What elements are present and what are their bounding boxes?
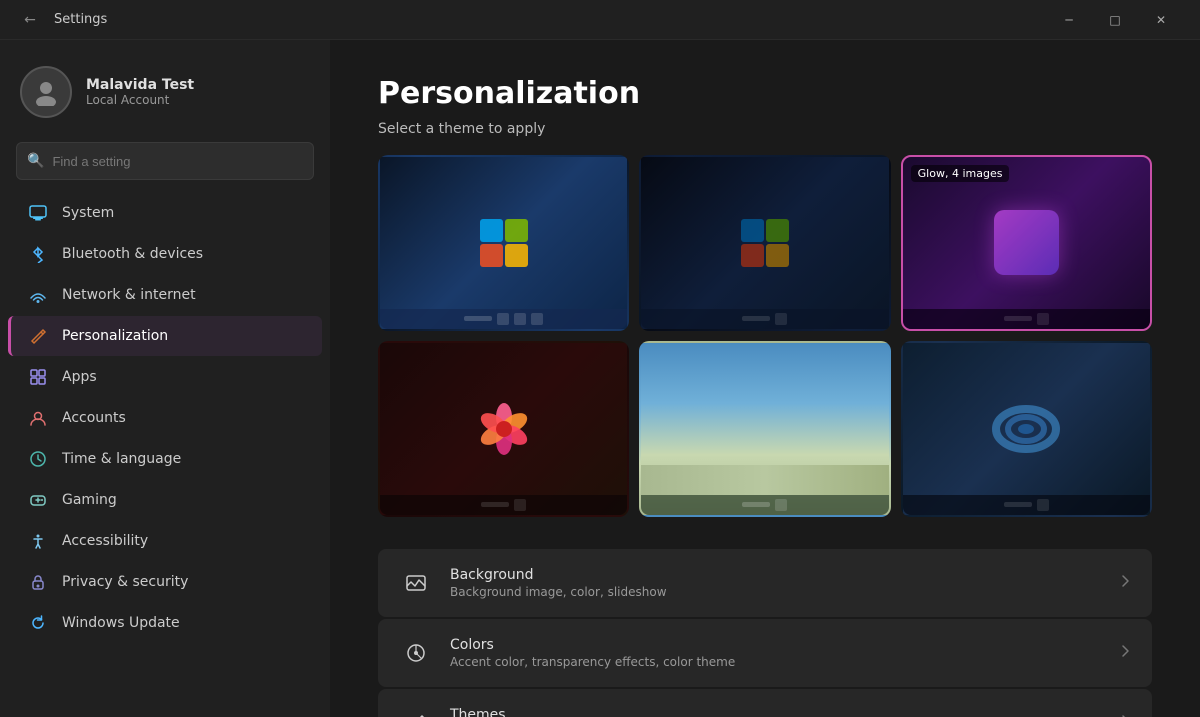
settings-item-colors[interactable]: Colors Accent color, transparency effects… (378, 619, 1152, 687)
titlebar: ← Settings ─ □ ✕ (0, 0, 1200, 40)
themes-icon (398, 705, 434, 717)
sidebar-item-accessibility[interactable]: Accessibility (8, 521, 322, 561)
window-controls: ─ □ ✕ (1046, 0, 1184, 40)
section-label: Select a theme to apply (378, 121, 1152, 137)
user-section: Malavida Test Local Account (0, 52, 330, 138)
settings-item-text-background: Background Background image, color, slide… (450, 567, 1102, 599)
accounts-icon (28, 408, 48, 428)
theme-card-theme5[interactable] (639, 341, 890, 517)
app-body: Malavida Test Local Account 🔍 System Blue… (0, 40, 1200, 717)
theme-card-theme4[interactable] (378, 341, 629, 517)
app-title: Settings (54, 12, 1046, 27)
colors-icon (398, 635, 434, 671)
settings-item-background[interactable]: Background Background image, color, slide… (378, 549, 1152, 617)
chevron-icon-background (1118, 574, 1132, 592)
nav-label-update: Windows Update (62, 615, 180, 631)
back-button[interactable]: ← (16, 6, 44, 34)
sidebar-item-system[interactable]: System (8, 193, 322, 233)
gaming-icon (28, 490, 48, 510)
user-sub: Local Account (86, 93, 194, 107)
nav-label-time: Time & language (62, 451, 181, 467)
settings-item-title-colors: Colors (450, 637, 1102, 653)
sidebar-item-time[interactable]: Time & language (8, 439, 322, 479)
page-title: Personalization (378, 76, 1152, 111)
time-icon (28, 449, 48, 469)
user-info: Malavida Test Local Account (86, 77, 194, 107)
nav-label-accessibility: Accessibility (62, 533, 148, 549)
system-icon (28, 203, 48, 223)
settings-list: Background Background image, color, slide… (378, 549, 1152, 717)
content-area: Personalization Select a theme to apply (330, 40, 1200, 717)
settings-item-sub-background: Background image, color, slideshow (450, 585, 1102, 599)
nav-label-system: System (62, 205, 114, 221)
sidebar-item-apps[interactable]: Apps (8, 357, 322, 397)
apps-icon (28, 367, 48, 387)
sidebar-item-privacy[interactable]: Privacy & security (8, 562, 322, 602)
theme-card-theme1[interactable] (378, 155, 629, 331)
chevron-icon-colors (1118, 644, 1132, 662)
settings-item-text-colors: Colors Accent color, transparency effects… (450, 637, 1102, 669)
background-icon (398, 565, 434, 601)
nav-label-bluetooth: Bluetooth & devices (62, 246, 203, 262)
nav-label-privacy: Privacy & security (62, 574, 188, 590)
sidebar-item-update[interactable]: Windows Update (8, 603, 322, 643)
maximize-button[interactable]: □ (1092, 0, 1138, 40)
minimize-button[interactable]: ─ (1046, 0, 1092, 40)
nav-list: System Bluetooth & devices Network & inter… (0, 192, 330, 644)
sidebar-item-gaming[interactable]: Gaming (8, 480, 322, 520)
close-button[interactable]: ✕ (1138, 0, 1184, 40)
theme-card-theme3[interactable]: Glow, 4 images (901, 155, 1152, 331)
sidebar: Malavida Test Local Account 🔍 System Blue… (0, 40, 330, 717)
nav-label-personalization: Personalization (62, 328, 168, 344)
accessibility-icon (28, 531, 48, 551)
user-name: Malavida Test (86, 77, 194, 93)
avatar (20, 66, 72, 118)
sidebar-item-personalization[interactable]: Personalization (8, 316, 322, 356)
network-icon (28, 285, 48, 305)
nav-label-network: Network & internet (62, 287, 196, 303)
sidebar-item-accounts[interactable]: Accounts (8, 398, 322, 438)
search-icon: 🔍 (27, 153, 44, 169)
sidebar-item-network[interactable]: Network & internet (8, 275, 322, 315)
settings-item-text-themes: ThemesInstall, create, manage (450, 707, 1102, 717)
settings-item-title-background: Background (450, 567, 1102, 583)
search-input[interactable] (52, 143, 303, 179)
nav-label-apps: Apps (62, 369, 97, 385)
theme-grid: Glow, 4 images (378, 155, 1152, 517)
theme-card-theme2[interactable] (639, 155, 890, 331)
settings-item-sub-colors: Accent color, transparency effects, colo… (450, 655, 1102, 669)
theme-card-theme6[interactable] (901, 341, 1152, 517)
bluetooth-icon (28, 244, 48, 264)
theme-label-theme3: Glow, 4 images (911, 165, 1010, 182)
privacy-icon (28, 572, 48, 592)
nav-label-gaming: Gaming (62, 492, 117, 508)
personalization-icon (28, 326, 48, 346)
sidebar-item-bluetooth[interactable]: Bluetooth & devices (8, 234, 322, 274)
settings-item-title-themes: Themes (450, 707, 1102, 717)
search-box[interactable]: 🔍 (16, 142, 314, 180)
settings-item-themes[interactable]: ThemesInstall, create, manage (378, 689, 1152, 717)
update-icon (28, 613, 48, 633)
nav-label-accounts: Accounts (62, 410, 126, 426)
